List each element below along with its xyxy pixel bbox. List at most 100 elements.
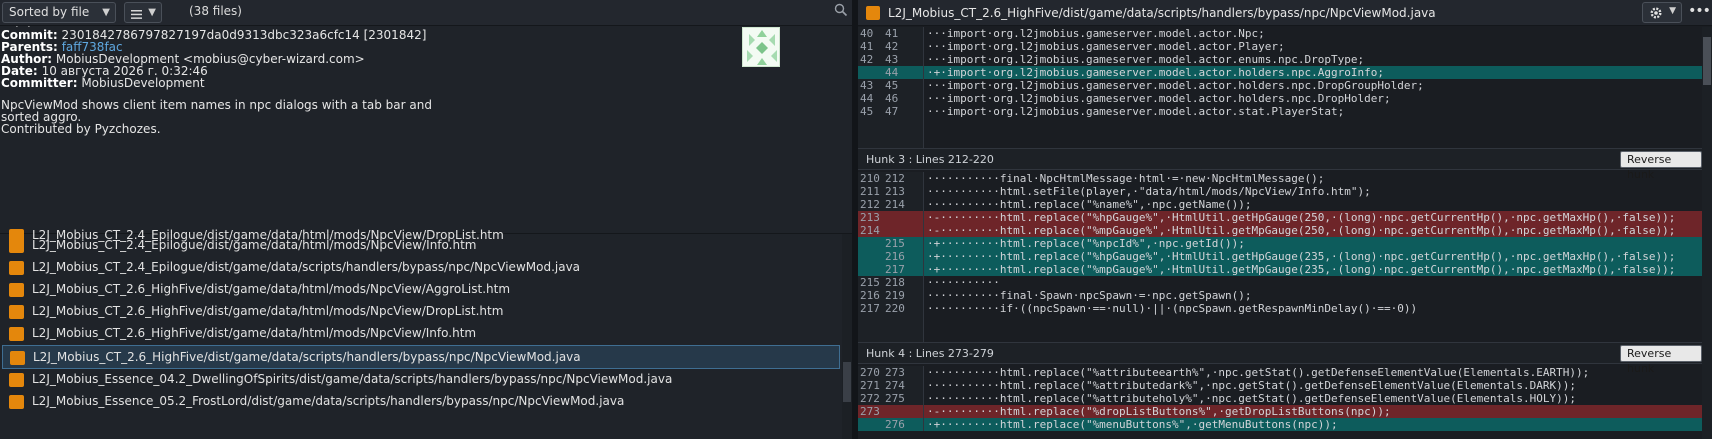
code-text: ···import·org.l2jmobius.gameserver.model… <box>927 92 1391 105</box>
new-line-number: 276 <box>885 418 905 431</box>
context-line[interactable]: 271 274 ···········html.replace("%attribut… <box>858 379 1702 392</box>
view-mode-dropdown[interactable]: ▼ <box>124 2 162 23</box>
removed-line[interactable]: 213 ·-·········html.replace("%hpGauge%",·… <box>858 211 1702 224</box>
more-options-button[interactable]: ••• <box>1688 2 1711 23</box>
file-list-scrollbar[interactable] <box>842 234 852 439</box>
code-text: ·+·········html.replace("%npcId%",·npc.g… <box>927 237 1245 250</box>
code-text: ·+·········html.replace("%hpGauge%",·Htm… <box>927 250 1676 263</box>
diff-scrollbar[interactable] <box>1702 27 1712 439</box>
scrollbar-thumb[interactable] <box>1703 37 1711 85</box>
code-text: ·+·········html.replace("%menuButtons%",… <box>927 418 1338 431</box>
committer-value: MobiusDevelopment <box>81 76 205 90</box>
context-line[interactable]: 217 220 ···········if·((npcSpawn·==·null)·… <box>858 302 1702 315</box>
line-number-gutter <box>858 118 924 148</box>
old-line-number: 213 <box>860 211 880 224</box>
diff-file-path: L2J_Mobius_CT_2.6_HighFive/dist/game/dat… <box>888 6 1436 20</box>
file-row[interactable]: L2J_Mobius_CT_2.6_HighFive/dist/game/dat… <box>2 278 840 302</box>
hunk-header: Hunk 4 : Lines 273-279 Reverse hunk <box>858 342 1702 375</box>
removed-line[interactable]: 273 ·-·········html.replace("%dropListBut… <box>858 405 1702 418</box>
added-line[interactable]: 216 ·+·········html.replace("%hpGauge%",·… <box>858 250 1702 263</box>
context-line[interactable]: 45 47 ···import·org.l2jmobius.gameserver.m… <box>858 105 1702 118</box>
committer-label: Committer: <box>1 76 78 90</box>
diff-settings-button[interactable]: ▼ <box>1642 2 1682 23</box>
old-line-number: 210 <box>860 172 880 185</box>
file-count: (38 files) <box>189 4 242 18</box>
new-line-number: 212 <box>885 172 905 185</box>
file-row-selected[interactable]: L2J_Mobius_CT_2.6_HighFive/dist/game/dat… <box>2 345 840 369</box>
code-text: ···········html.replace("%attributedark%… <box>927 379 1577 392</box>
file-row[interactable]: L2J_Mobius_Essence_05.2_FrostLord/dist/g… <box>2 390 840 414</box>
file-row[interactable]: L2J_Mobius_CT_2.4_Epilogue/dist/game/dat… <box>2 234 840 258</box>
file-path: L2J_Mobius_CT_2.4_Epilogue/dist/game/dat… <box>32 238 477 252</box>
new-line-number: 43 <box>885 53 899 66</box>
context-line[interactable]: 270 273 ···········html.replace("%attribut… <box>858 366 1702 379</box>
context-line[interactable]: 40 41 ···import·org.l2jmobius.gameserver.m… <box>858 27 1702 40</box>
old-line-number: 42 <box>860 53 874 66</box>
gear-icon <box>1649 6 1663 23</box>
context-line[interactable]: 44 46 ···import·org.l2jmobius.gameserver.m… <box>858 92 1702 105</box>
old-line-number: 214 <box>860 224 880 237</box>
new-line-number: 216 <box>885 250 905 263</box>
code-text: ···import·org.l2jmobius.gameserver.model… <box>927 53 1365 66</box>
modified-file-icon <box>9 395 24 409</box>
file-path: L2J_Mobius_Essence_05.2_FrostLord/dist/g… <box>32 394 625 408</box>
reverse-hunk-button[interactable]: Reverse hunk <box>1620 345 1702 375</box>
search-icon[interactable] <box>834 3 848 19</box>
context-line[interactable]: 216 219 ···········final·Spawn·npcSpawn·=·… <box>858 289 1702 302</box>
file-row[interactable]: L2J_Mobius_CT_2.6_HighFive/dist/game/dat… <box>2 300 840 324</box>
changed-files-list: L2J_Mobius_CT_2.4_Epilogue/dist/game/dat… <box>0 228 852 439</box>
old-line-number: 41 <box>860 40 874 53</box>
diff-toolbar: L2J_Mobius_CT_2.6_HighFive/dist/game/dat… <box>858 0 1712 26</box>
reverse-hunk-button[interactable]: Reverse hunk <box>1620 151 1702 181</box>
added-line[interactable]: 44 ·+·import·org.l2jmobius.gameserver.mod… <box>858 66 1702 79</box>
code-text: ···········if·((npcSpawn·==·null)·||·(np… <box>927 302 1418 315</box>
file-list-toolbar: Sorted by file status ▼ ▼ (38 files) <box>0 0 852 38</box>
file-row[interactable]: L2J_Mobius_CT_2.4_Epilogue/dist/game/dat… <box>2 256 840 280</box>
added-line[interactable]: 276 ·+·········html.replace("%menuButtons… <box>858 418 1702 431</box>
file-row[interactable]: L2J_Mobius_CT_2.6_HighFive/dist/game/dat… <box>2 322 840 346</box>
new-line-number: 215 <box>885 237 905 250</box>
code-text: ···········html.replace("%attributeholy%… <box>927 392 1577 405</box>
line-number-gutter <box>858 315 924 342</box>
context-line[interactable]: 212 214 ···········html.replace("%name%",·… <box>858 198 1702 211</box>
code-text: ···import·org.l2jmobius.gameserver.model… <box>927 105 1345 118</box>
code-text: ·-·········html.replace("%mpGauge%",·Htm… <box>927 224 1676 237</box>
more-icon: ••• <box>1688 3 1711 19</box>
code-text: ··········· <box>927 276 1000 289</box>
context-line[interactable]: 211 213 ···········html.setFile(player,·"d… <box>858 185 1702 198</box>
modified-file-icon <box>9 283 24 297</box>
file-row[interactable]: L2J_Mobius_Essence_04.2_DwellingOfSpirit… <box>2 368 840 392</box>
hunk-header: Hunk 3 : Lines 212-220 Reverse hunk <box>858 148 1702 181</box>
old-line-number: 216 <box>860 289 880 302</box>
context-line[interactable]: 41 42 ···import·org.l2jmobius.gameserver.m… <box>858 40 1702 53</box>
context-line[interactable]: 210 212 ···········final·NpcHtmlMessage·ht… <box>858 172 1702 185</box>
scrollbar-thumb[interactable] <box>843 362 851 402</box>
old-line-number: 45 <box>860 105 874 118</box>
removed-line[interactable]: 214 ·-·········html.replace("%mpGauge%",·… <box>858 224 1702 237</box>
new-line-number: 44 <box>885 66 899 79</box>
old-line-number: 270 <box>860 366 880 379</box>
context-line[interactable]: 43 45 ···import·org.l2jmobius.gameserver.m… <box>858 79 1702 92</box>
hunk-separator <box>858 315 1702 342</box>
added-line[interactable]: 215 ·+·········html.replace("%npcId%",·np… <box>858 237 1702 250</box>
file-path: L2J_Mobius_Essence_04.2_DwellingOfSpirit… <box>32 372 673 386</box>
sort-dropdown[interactable]: Sorted by file status ▼ <box>2 2 116 38</box>
code-text: ·-·········html.replace("%dropListButton… <box>927 405 1391 418</box>
file-path: L2J_Mobius_CT_2.6_HighFive/dist/game/dat… <box>32 304 504 318</box>
code-text: ·+·import·org.l2jmobius.gameserver.model… <box>927 66 1384 79</box>
context-line[interactable]: 215 218 ··········· <box>858 276 1702 289</box>
chevron-down-icon: ▼ <box>148 7 156 18</box>
commit-info: Commit: 2301842786797827197da0d9313dbc32… <box>0 27 852 228</box>
code-text: ···import·org.l2jmobius.gameserver.model… <box>927 79 1424 92</box>
old-line-number: 215 <box>860 276 880 289</box>
code-text: ···import·org.l2jmobius.gameserver.model… <box>927 27 1265 40</box>
modified-file-icon <box>9 373 24 387</box>
code-text: ···········html.replace("%attributeearth… <box>927 366 1590 379</box>
code-text: ···········final·Spawn·npcSpawn·=·npc.ge… <box>927 289 1252 302</box>
new-line-number: 47 <box>885 105 899 118</box>
diff-view: 40 41 ···import·org.l2jmobius.gameserver.m… <box>858 27 1702 439</box>
new-line-number: 41 <box>885 27 899 40</box>
added-line[interactable]: 217 ·+·········html.replace("%mpGauge%",·… <box>858 263 1702 276</box>
context-line[interactable]: 272 275 ···········html.replace("%attribut… <box>858 392 1702 405</box>
context-line[interactable]: 42 43 ···import·org.l2jmobius.gameserver.m… <box>858 53 1702 66</box>
